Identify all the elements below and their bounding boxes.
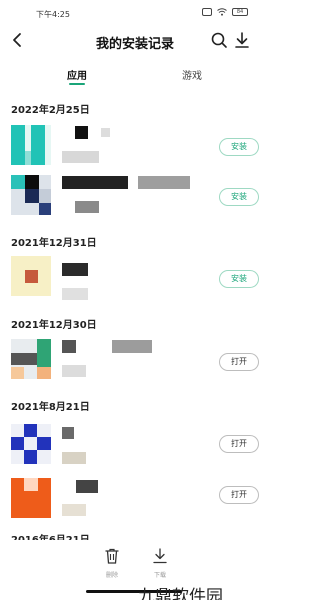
screen-record-icon [202, 8, 212, 16]
app-name-pixelated [62, 176, 128, 189]
battery-icon: 84 [232, 8, 248, 16]
app-meta-pixelated [62, 365, 86, 377]
status-icons: 84 [202, 8, 248, 16]
app-name-pixelated [76, 480, 98, 493]
wifi-icon [217, 8, 227, 16]
app-icon [11, 175, 51, 215]
install-button[interactable]: 安装 [219, 270, 259, 288]
watermark: 九鼎软件园 [138, 587, 223, 600]
page-title: 我的安装记录 [95, 37, 174, 52]
tab-games[interactable]: 游戏 [162, 67, 222, 82]
app-icon [11, 478, 51, 518]
delete-label: 删除 [105, 572, 118, 579]
bottom-action-bar: 删除 下载 九鼎软件园 [0, 540, 270, 600]
delete-button[interactable]: 删除 [98, 548, 126, 579]
app-meta-pixelated [75, 201, 99, 213]
install-button[interactable]: 安装 [219, 188, 259, 206]
status-bar: 下午4:25 84 [0, 0, 270, 22]
header: 我的安装记录 [0, 26, 270, 54]
search-icon[interactable] [210, 31, 228, 49]
date-heading: 2022年2月25日 [11, 105, 90, 116]
app-meta-pixelated [62, 452, 86, 464]
date-heading: 2021年12月31日 [11, 238, 97, 249]
app-meta-pixelated [62, 504, 86, 516]
bulk-download-button[interactable]: 下载 [146, 548, 174, 579]
tabs: 应用 游戏 [0, 62, 270, 90]
app-icon [11, 424, 51, 464]
app-name-pixelated [62, 340, 76, 353]
download-label: 下载 [153, 572, 166, 579]
app-name-pixelated [62, 427, 74, 439]
status-time: 下午4:25 [36, 10, 70, 19]
app-meta-pixelated [62, 151, 99, 163]
tab-apps[interactable]: 应用 [47, 67, 107, 82]
app-name-pixelated [138, 176, 190, 189]
app-icon [11, 256, 51, 296]
download-icon [153, 548, 167, 564]
open-button[interactable]: 打开 [219, 353, 259, 371]
app-icon [11, 125, 51, 165]
trash-icon [105, 548, 119, 564]
date-heading: 2021年8月21日 [11, 402, 90, 413]
app-meta-pixelated [62, 288, 88, 300]
app-name-pixelated [101, 128, 110, 137]
active-tab-indicator [69, 83, 85, 85]
app-icon [11, 339, 51, 379]
install-button[interactable]: 安装 [219, 138, 259, 156]
download-icon[interactable] [234, 31, 250, 49]
app-name-pixelated [62, 263, 88, 276]
app-name-pixelated [75, 126, 88, 139]
open-button[interactable]: 打开 [219, 486, 259, 504]
date-heading: 2021年12月30日 [11, 320, 97, 331]
open-button[interactable]: 打开 [219, 435, 259, 453]
app-name-pixelated [112, 340, 152, 353]
